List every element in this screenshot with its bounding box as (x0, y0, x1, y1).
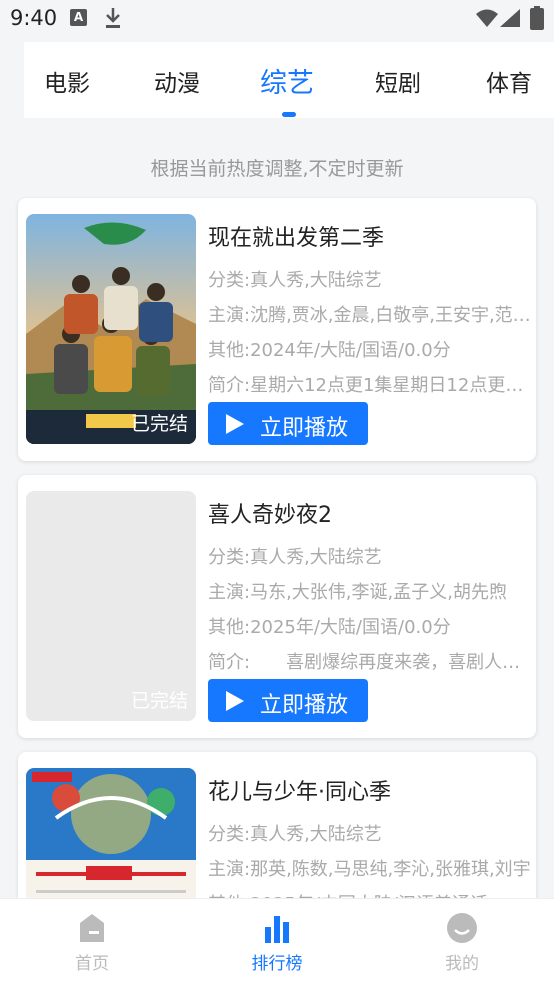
play-now-button[interactable]: 立即播放 (208, 402, 368, 445)
list-item[interactable]: 已完结 现在就出发第二季 分类:真人秀,大陆综艺 主演:沈腾,贾冰,金晨,白敬亭… (18, 198, 536, 461)
text-app-icon: A (70, 9, 87, 26)
bottom-navigation: 首页 排行榜 我的 (0, 898, 554, 984)
show-title[interactable]: 花儿与少年·同心季 (208, 774, 391, 806)
play-icon (226, 691, 244, 711)
active-tab-indicator (282, 112, 296, 117)
play-button-label: 立即播放 (260, 693, 349, 718)
show-category: 分类:真人秀,大陆综艺 (208, 547, 382, 568)
status-bar: 9:40 A (0, 0, 554, 40)
play-now-button[interactable]: 立即播放 (208, 679, 368, 722)
finished-badge: 已完结 (130, 690, 188, 712)
show-intro: 简介:星期六12点更1集星期日12点更1集 (208, 375, 534, 396)
show-other: 其他:2024年/大陆/国语/0.0分 (208, 340, 451, 361)
nav-ranking-label: 排行榜 (251, 954, 303, 974)
profile-icon (447, 913, 477, 943)
signal-icon (500, 9, 520, 27)
status-time: 9:40 (10, 6, 58, 30)
list-item[interactable]: 已完结 喜人奇妙夜2 分类:真人秀,大陆综艺 主演:马东,大张伟,李诞,孟子义,… (18, 475, 536, 738)
ranking-list[interactable]: 已完结 现在就出发第二季 分类:真人秀,大陆综艺 主演:沈腾,贾冰,金晨,白敬亭… (0, 196, 554, 898)
show-category: 分类:真人秀,大陆综艺 (208, 270, 382, 291)
show-other: 其他:2025年/中国大陆/汉语普通话 (208, 890, 534, 898)
show-intro: 简介: 喜剧爆综再度来袭，喜剧人集结 (208, 652, 534, 673)
play-button-label: 立即播放 (260, 416, 349, 441)
nav-profile[interactable]: 我的 (412, 911, 512, 974)
poster-image[interactable]: 已完结 (26, 214, 196, 444)
wifi-icon (476, 9, 498, 27)
show-cast: 主演:马东,大张伟,李诞,孟子义,胡先煦 (208, 582, 507, 603)
tab-anime[interactable]: 动漫 (154, 64, 200, 98)
list-item[interactable]: 花儿与少年·同心季 分类:真人秀,大陆综艺 主演:那英,陈数,马思纯,李沁,张雅… (18, 752, 536, 898)
tab-variety[interactable]: 综艺 (260, 61, 314, 100)
chart-icon (265, 916, 289, 943)
nav-home[interactable]: 首页 (42, 911, 142, 974)
download-icon (106, 8, 120, 28)
tab-sports[interactable]: 体育 (486, 64, 532, 98)
show-category: 分类:真人秀,大陆综艺 (208, 824, 382, 845)
show-title[interactable]: 喜人奇妙夜2 (208, 497, 332, 529)
poster-image[interactable]: 已完结 (26, 491, 196, 721)
nav-home-label: 首页 (75, 954, 109, 974)
poster-artwork (26, 768, 196, 898)
battery-icon (530, 6, 544, 30)
show-cast: 主演:那英,陈数,马思纯,李沁,张雅琪,刘宇 (208, 859, 531, 880)
poster-image[interactable] (26, 768, 196, 898)
play-icon (226, 414, 244, 434)
ranking-notice: 根据当前热度调整,不定时更新 (150, 158, 404, 180)
category-tab-bar: 电影 动漫 综艺 短剧 体育 (24, 42, 554, 118)
show-title[interactable]: 现在就出发第二季 (208, 220, 384, 252)
tab-short-drama[interactable]: 短剧 (375, 64, 421, 98)
nav-ranking[interactable]: 排行榜 (227, 911, 327, 974)
show-cast: 主演:沈腾,贾冰,金晨,白敬亭,王安宇,范丞丞 (208, 305, 534, 326)
home-icon (80, 914, 104, 942)
finished-badge: 已完结 (130, 413, 188, 435)
nav-profile-label: 我的 (445, 954, 479, 974)
tab-movie[interactable]: 电影 (44, 64, 90, 98)
show-other: 其他:2025年/大陆/国语/0.0分 (208, 617, 451, 638)
